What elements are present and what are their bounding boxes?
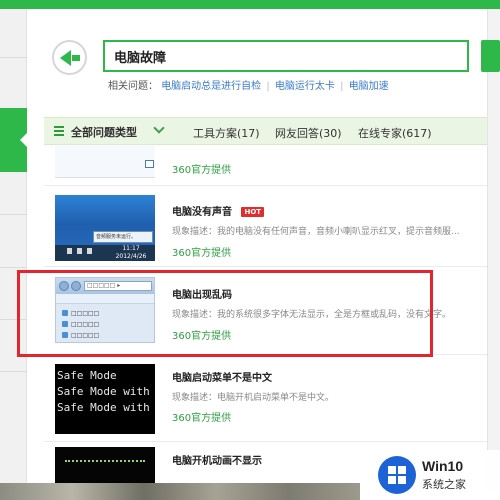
tab-tool-solutions[interactable]: 工具方案(17) [193,125,260,141]
folder-icon [62,310,68,316]
sidebar-divider [0,267,27,268]
thumb-back-icon [59,281,69,291]
tray-icon [87,248,92,254]
thumb-popup: 音频服务未运行。 [93,231,153,243]
thumb-item: □□□□□ [62,332,99,339]
filter-bar: 全部问题类型 工具方案(17) 网友回答(30) 在线专家(617) [44,117,487,145]
back-arrow-icon [59,49,71,66]
result-thumbnail [55,146,155,178]
tray-icon [67,248,72,254]
search-input[interactable] [103,40,469,72]
result-item[interactable]: 音频服务未运行。 11:17 2012/4/26 电脑没有声音 HOT 现象描述… [44,187,487,267]
chevron-down-icon[interactable] [153,122,165,134]
result-description: 现象描述：电脑开机启动菜单不是中文。 [172,393,335,403]
result-source: 360官方提供 [172,165,232,176]
thumb-item-label: □□□□□ [71,321,100,328]
result-source: 360官方提供 [172,248,232,259]
result-title-wrap: 电脑没有声音 HOT [172,203,265,218]
folder-icon [62,321,68,327]
thumb-clock: 11:17 2012/4/26 [111,245,151,261]
result-title[interactable]: 电脑没有声音 [172,207,232,218]
list-icon [54,126,64,137]
thumb-item-label: □□□□□ [71,332,100,339]
left-sidebar [0,9,28,500]
watermark: Win10 系统之家 [372,450,500,500]
thumb-loading-bar [65,457,145,462]
link-separator: | [340,81,344,92]
result-thumbnail: Safe Mode Safe Mode with Safe Mode with [55,364,155,434]
related-link[interactable]: 电脑加速 [349,81,389,92]
result-title[interactable]: 电脑开机动画不显示 [172,452,262,467]
thumb-text-line: Safe Mode with [57,401,150,414]
link-separator: | [266,81,270,92]
related-link[interactable]: 电脑启动总是进行自检 [161,81,261,92]
related-questions: 相关问题： 电脑启动总是进行自检 | 电脑运行太卡 | 电脑加速 [108,77,389,92]
thumb-item-label: □□□□□ [71,310,100,317]
bottom-photo-strip [0,483,360,500]
window-icon [145,160,154,168]
tab-online-experts[interactable]: 在线专家(617) [358,125,432,141]
thumb-toolbar [56,294,154,304]
tray-icon [77,248,82,254]
top-green-strip [0,0,500,9]
hot-badge: HOT [241,207,265,217]
result-thumbnail: 音频服务未运行。 11:17 2012/4/26 [55,195,155,261]
sidebar-divider [0,214,27,215]
result-title[interactable]: 电脑启动菜单不是中文 [172,369,272,384]
related-label: 相关问题： [108,81,158,92]
watermark-subtitle: 系统之家 [422,478,466,491]
result-item[interactable]: 360官方提供 [44,146,487,186]
all-question-types-dropdown[interactable]: 全部问题类型 [71,124,137,140]
thumb-forward-icon [71,281,81,291]
thumb-time: 11:17 [122,245,140,252]
sidebar-active-tab[interactable] [0,108,28,172]
result-source: 360官方提供 [172,331,232,342]
watermark-title: Win10 [422,458,464,474]
result-item[interactable]: □□□□□ ▸ □□□□□ □□□□□ □□□□□ 电脑出现乱码 现象描述：我的… [44,268,487,355]
result-source: 360官方提供 [172,413,232,424]
folder-icon [62,332,68,338]
result-thumbnail [55,447,155,483]
thumb-date: 2012/4/26 [115,253,147,260]
result-thumbnail: □□□□□ ▸ □□□□□ □□□□□ □□□□□ [55,277,155,343]
result-description: 现象描述：我的系统很多字体无法显示，全是方框或乱码，没有文字。 [172,310,452,320]
back-button[interactable] [52,40,87,75]
thumb-text-line: Safe Mode [57,369,117,382]
thumb-text-line: Safe Mode with [57,385,150,398]
related-link[interactable]: 电脑运行太卡 [275,81,335,92]
thumb-address-bar: □□□□□ ▸ [84,281,152,291]
windows-logo-icon [378,456,416,494]
back-arrow-stem-icon [71,54,80,61]
watermark-text: Win10 系统之家 [422,458,466,492]
sidebar-divider [0,57,27,58]
tab-user-answers[interactable]: 网友回答(30) [275,125,342,141]
sidebar-divider [0,371,27,372]
thumb-item: □□□□□ [62,310,99,317]
thumb-item: □□□□□ [62,321,99,328]
result-item[interactable]: Safe Mode Safe Mode with Safe Mode with … [44,356,487,442]
result-title[interactable]: 电脑出现乱码 [172,286,232,301]
sidebar-divider [0,319,27,320]
result-description: 现象描述：我的电脑没有任何声音，音频小喇叭显示红叉，提示音频服... [172,227,460,237]
search-submit-button[interactable] [481,40,500,72]
vertical-scrollbar[interactable] [487,9,500,489]
